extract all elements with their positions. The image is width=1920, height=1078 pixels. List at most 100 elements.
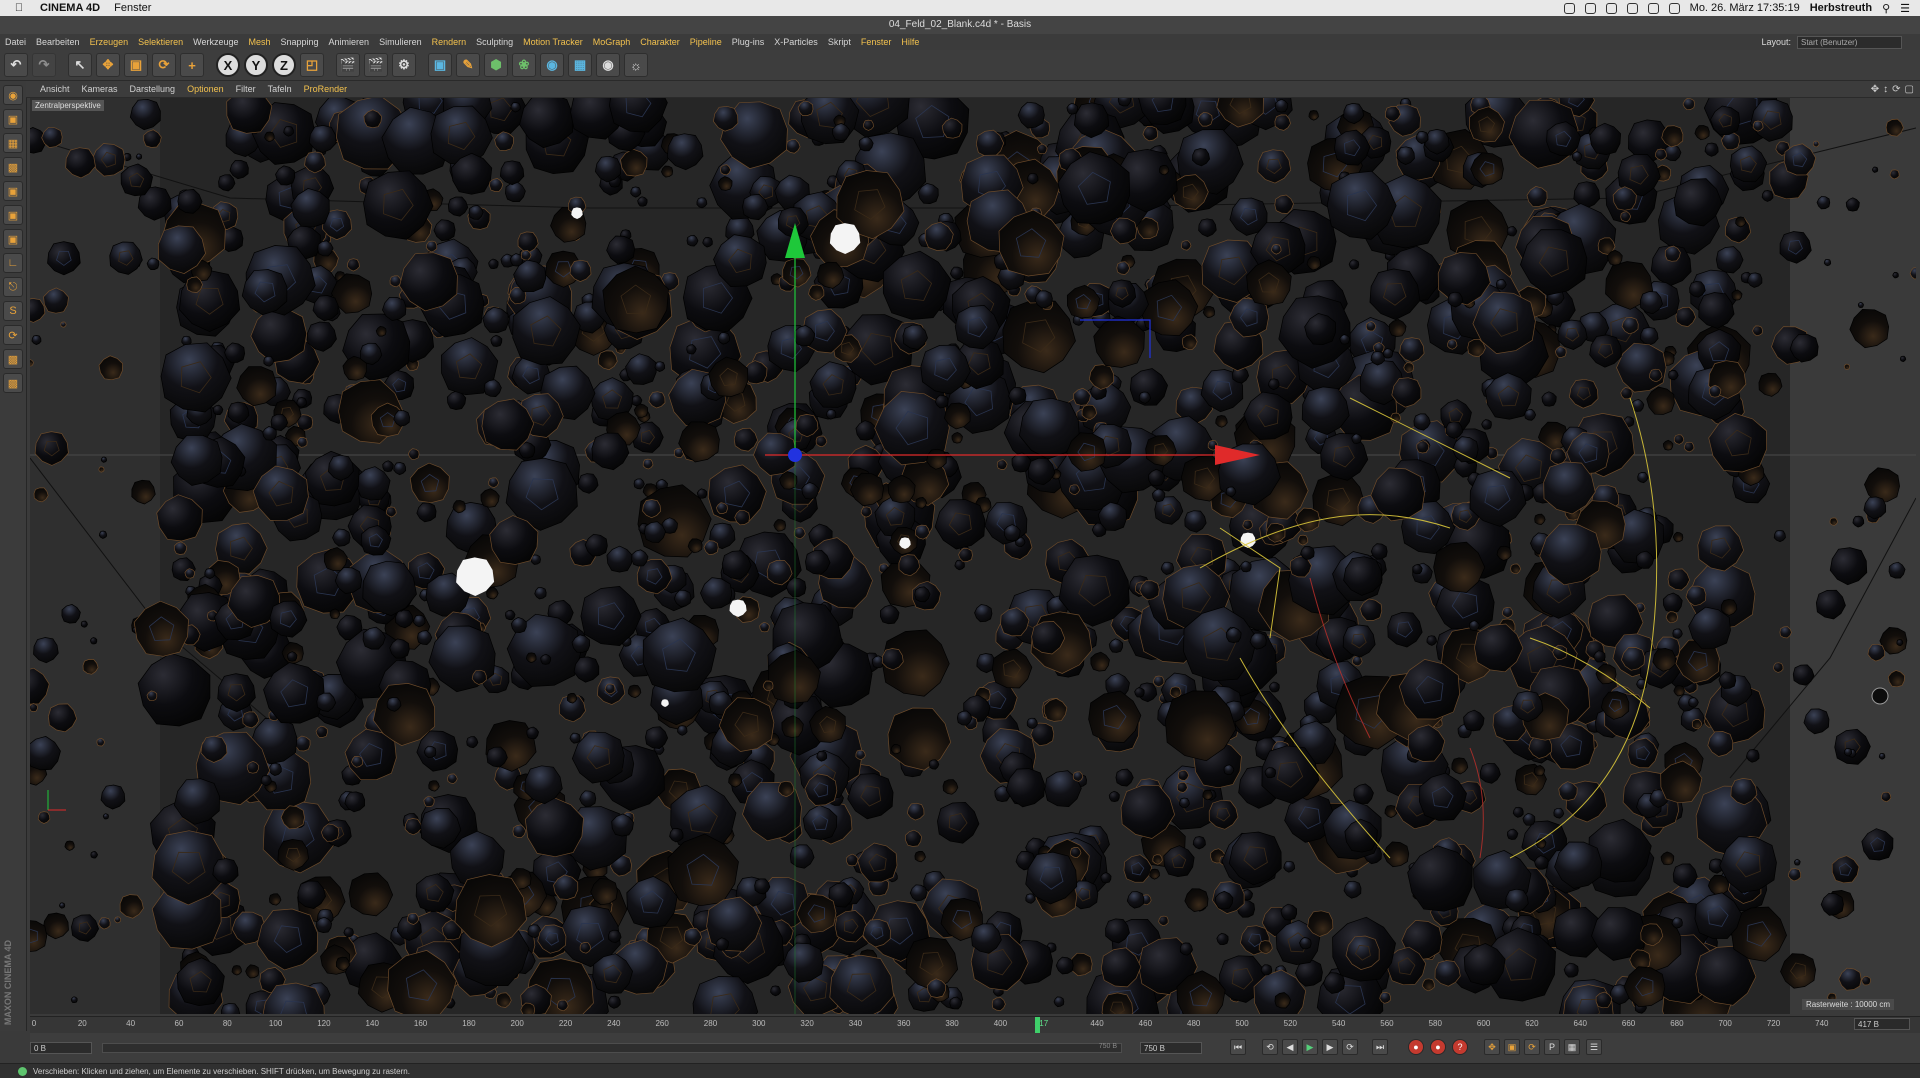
menu-bearbeiten[interactable]: Bearbeiten [31, 37, 85, 47]
viewport-menu-filter[interactable]: Filter [230, 84, 262, 94]
maximize-view-icon[interactable]: ▢ [1905, 84, 1914, 95]
position-key-icon[interactable]: ✥ [1484, 1039, 1500, 1055]
subdivision-surface-icon[interactable]: ⬢ [484, 53, 508, 77]
previous-frame-icon[interactable]: ◀ [1282, 1039, 1298, 1055]
menu-snapping[interactable]: Snapping [276, 37, 324, 47]
polygons-mode-icon[interactable]: ▣ [3, 229, 23, 249]
next-key-icon[interactable]: ⟳ [1342, 1039, 1358, 1055]
render-settings-icon[interactable]: ⚙ [392, 53, 416, 77]
model-mode-icon[interactable]: ▣ [3, 109, 23, 129]
live-selection-icon[interactable]: ↖ [68, 53, 92, 77]
move-view-icon[interactable]: ✥ [1871, 84, 1879, 95]
move-tool-icon[interactable]: ✥ [96, 53, 120, 77]
go-to-start-icon[interactable]: ⏮ [1230, 1039, 1246, 1055]
light-icon[interactable]: ☼ [624, 53, 648, 77]
menu-mesh[interactable]: Mesh [243, 37, 275, 47]
layout-dropdown[interactable]: Start (Benutzer) [1797, 35, 1902, 49]
tray-icon[interactable] [1584, 2, 1596, 14]
viewport-menu-prorender[interactable]: ProRender [298, 84, 354, 94]
deformer-icon[interactable]: ◉ [540, 53, 564, 77]
viewport-menu-kameras[interactable]: Kameras [76, 84, 124, 94]
rotate-tool-icon[interactable]: ⟳ [152, 53, 176, 77]
tray-icon[interactable] [1605, 2, 1617, 14]
frame-range-slider[interactable]: 750 B [102, 1043, 1122, 1053]
axis-mode-icon[interactable]: ∟ [3, 253, 23, 273]
menu-charakter[interactable]: Charakter [635, 37, 685, 47]
menu-werkzeuge[interactable]: Werkzeuge [188, 37, 243, 47]
camera-label[interactable]: Zentralperspektive [32, 100, 104, 111]
current-frame-marker[interactable] [1035, 1017, 1041, 1033]
menu-simulieren[interactable]: Simulieren [374, 37, 427, 47]
viewport-menu-optionen[interactable]: Optionen [181, 84, 230, 94]
timeline-ruler[interactable]: 0 20 40 60 80 100 120 140 160 180 200 220 240 260 280 3… [30, 1016, 1920, 1033]
menu-skript[interactable]: Skript [823, 37, 856, 47]
datetime[interactable]: Mo. 26. März 17:35:19 [1690, 2, 1800, 14]
camera-icon[interactable]: ◉ [596, 53, 620, 77]
menu-plug-ins[interactable]: Plug-ins [727, 37, 770, 47]
battery-icon[interactable] [1668, 2, 1680, 14]
menu-x-particles[interactable]: X-Particles [769, 37, 823, 47]
solo-mode-icon[interactable]: S [3, 301, 23, 321]
pen-spline-icon[interactable]: ✎ [456, 53, 480, 77]
autokeying-icon[interactable]: ● [1430, 1039, 1446, 1055]
start-frame-field[interactable]: 0 B [30, 1042, 92, 1054]
user-name[interactable]: Herbstreuth [1810, 2, 1872, 14]
menu-pipeline[interactable]: Pipeline [685, 37, 727, 47]
coordinate-system-icon[interactable]: ◰ [300, 53, 324, 77]
recent-tools-icon[interactable]: + [180, 53, 204, 77]
rotation-key-icon[interactable]: ⟳ [1524, 1039, 1540, 1055]
floor-icon[interactable]: ▦ [568, 53, 592, 77]
tweak-mode-icon[interactable]: ⎋ [3, 277, 23, 297]
go-to-end-icon[interactable]: ⏭ [1372, 1039, 1388, 1055]
redo-icon[interactable]: ↷ [32, 53, 56, 77]
menu-animieren[interactable]: Animieren [324, 37, 375, 47]
apple-icon[interactable]:  [12, 2, 26, 14]
wifi-icon[interactable] [1647, 2, 1659, 14]
undo-icon[interactable]: ↶ [4, 53, 28, 77]
rotate-view-icon[interactable]: ⟳ [1892, 84, 1900, 95]
workplane-mode-icon[interactable]: ▩ [3, 157, 23, 177]
viewport-menu-tafeln[interactable]: Tafeln [262, 84, 298, 94]
lock-workplane-icon[interactable]: ▩ [3, 349, 23, 369]
render-picture-viewer-icon[interactable]: 🎬 [364, 53, 388, 77]
points-mode-icon[interactable]: ▣ [3, 181, 23, 201]
scale-tool-icon[interactable]: ▣ [124, 53, 148, 77]
previous-key-icon[interactable]: ⟲ [1262, 1039, 1278, 1055]
make-editable-icon[interactable]: ◉ [3, 85, 23, 105]
scale-key-icon[interactable]: ▣ [1504, 1039, 1520, 1055]
current-frame-field[interactable]: 417 B [1854, 1018, 1910, 1030]
fenster-menu[interactable]: Fenster [114, 2, 151, 14]
cube-object-icon[interactable]: ▣ [428, 53, 452, 77]
parameter-key-icon[interactable]: P [1544, 1039, 1560, 1055]
tray-icon[interactable] [1563, 2, 1575, 14]
notification-center-icon[interactable]: ☰ [1900, 2, 1910, 15]
z-axis-lock-button[interactable]: Z [272, 53, 296, 77]
viewport-menu-ansicht[interactable]: Ansicht [34, 84, 76, 94]
planar-workplane-icon[interactable]: ▩ [3, 373, 23, 393]
timeline-menu-icon[interactable]: ☰ [1586, 1039, 1602, 1055]
point-level-key-icon[interactable]: ▦ [1564, 1039, 1580, 1055]
menu-mograph[interactable]: MoGraph [588, 37, 636, 47]
menu-fenster[interactable]: Fenster [856, 37, 897, 47]
zoom-view-icon[interactable]: ↕ [1883, 84, 1888, 95]
next-frame-icon[interactable]: ▶ [1322, 1039, 1338, 1055]
render-view-icon[interactable]: 🎬 [336, 53, 360, 77]
snapping-icon[interactable]: ⟳ [3, 325, 23, 345]
menu-erzeugen[interactable]: Erzeugen [85, 37, 134, 47]
app-menu[interactable]: CINEMA 4D [40, 2, 100, 14]
3d-viewport[interactable]: Zentralperspektive Rasterweite : 10000 c… [30, 98, 1916, 1014]
end-frame-field[interactable]: 750 B [1140, 1042, 1202, 1054]
spotlight-search-icon[interactable]: ⚲ [1882, 2, 1890, 15]
keyframe-selection-icon[interactable]: ? [1452, 1039, 1468, 1055]
texture-mode-icon[interactable]: ▦ [3, 133, 23, 153]
menu-hilfe[interactable]: Hilfe [896, 37, 924, 47]
tray-icon[interactable] [1626, 2, 1638, 14]
menu-motion-tracker[interactable]: Motion Tracker [518, 37, 588, 47]
x-axis-lock-button[interactable]: X [216, 53, 240, 77]
menu-datei[interactable]: Datei [0, 37, 31, 47]
scene-canvas[interactable] [30, 98, 1916, 1014]
menu-selektieren[interactable]: Selektieren [133, 37, 188, 47]
array-generator-icon[interactable]: ❀ [512, 53, 536, 77]
play-icon[interactable]: ▶ [1302, 1039, 1318, 1055]
record-keys-icon[interactable]: ● [1408, 1039, 1424, 1055]
